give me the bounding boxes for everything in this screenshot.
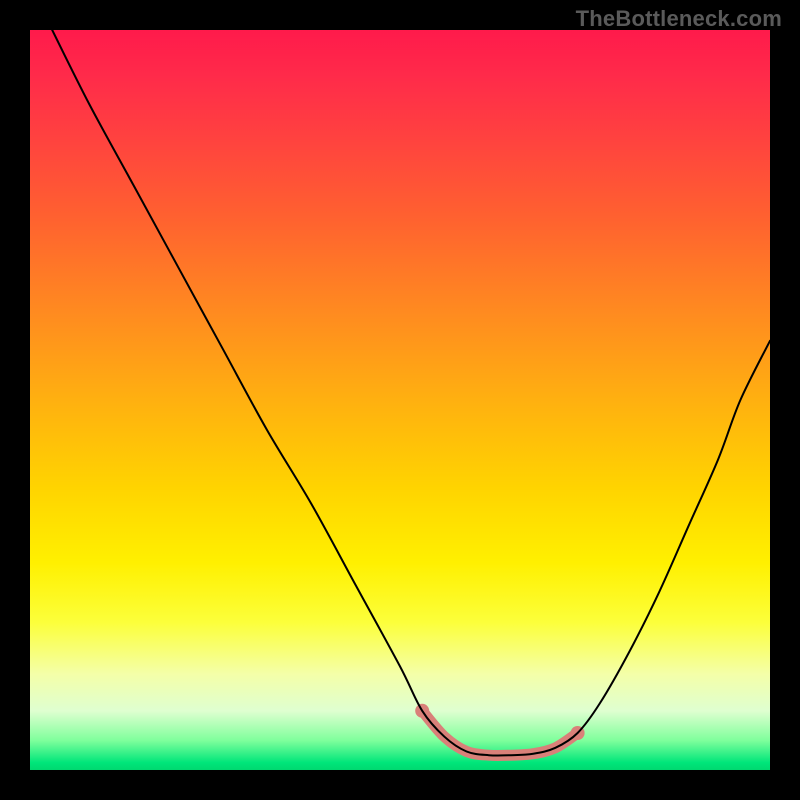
- bottleneck-curve: [52, 30, 770, 756]
- highlight-segment: [415, 704, 584, 756]
- chart-frame: TheBottleneck.com: [0, 0, 800, 800]
- plot-area: [30, 30, 770, 770]
- curve-layer: [30, 30, 770, 770]
- watermark-text: TheBottleneck.com: [576, 6, 782, 32]
